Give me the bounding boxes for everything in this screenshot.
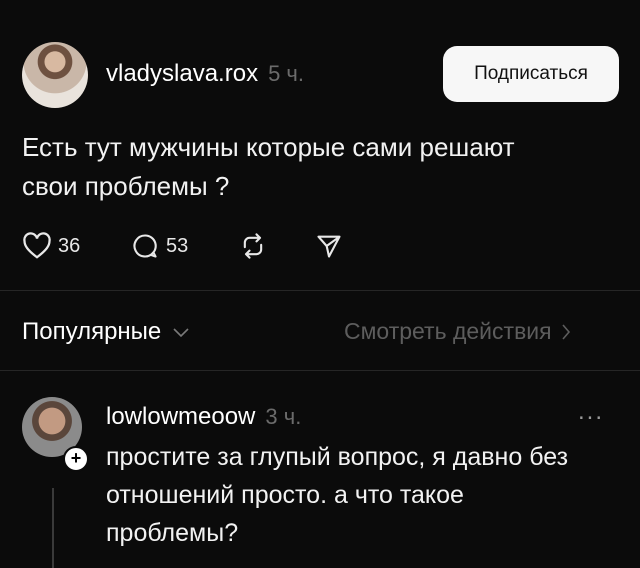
- repost-icon: [243, 233, 263, 259]
- comment-time: 3 ч.: [265, 404, 302, 429]
- chevron-right-icon: [561, 323, 570, 340]
- sort-label: Популярные: [22, 318, 162, 345]
- sort-dropdown[interactable]: Популярные: [22, 318, 191, 346]
- post-text-line-2: свои проблемы ?: [22, 171, 230, 201]
- share-icon: [317, 235, 341, 258]
- like-count: 36: [58, 234, 81, 257]
- thread-line: [52, 488, 54, 568]
- comment-count: 53: [166, 234, 189, 257]
- comment-text-line-3: проблемы?: [106, 519, 239, 547]
- see-activity-label: Смотреть действия: [344, 318, 552, 344]
- comment-username[interactable]: lowlowmeoow: [106, 403, 255, 431]
- share-button[interactable]: [314, 232, 344, 260]
- heart-icon: [23, 232, 51, 259]
- comment-icon: [133, 234, 157, 258]
- post-username[interactable]: vladyslava.rox: [106, 60, 258, 88]
- comment-text-line-2: отношений просто. а что такое: [106, 481, 464, 509]
- post-text-line-1: Есть тут мужчины которые сами решают: [22, 132, 515, 162]
- post-time: 5 ч.: [268, 61, 304, 86]
- comment-text-line-1: простите за глупый вопрос, я давно без: [106, 443, 569, 471]
- like-button[interactable]: 36: [22, 232, 80, 260]
- repost-button[interactable]: [238, 232, 268, 260]
- divider-top: [0, 290, 640, 291]
- comment-button[interactable]: 53: [130, 232, 188, 260]
- more-icon[interactable]: ...: [578, 398, 604, 426]
- post-header: vladyslava.rox 5 ч.: [106, 60, 304, 88]
- post-text: Есть тут мужчины которые сами решают сво…: [22, 128, 602, 206]
- comment-header: lowlowmeoow 3 ч.: [106, 403, 301, 431]
- plus-icon[interactable]: +: [63, 446, 89, 472]
- chevron-down-icon: [173, 328, 189, 338]
- post-author-avatar[interactable]: [22, 42, 88, 108]
- follow-button[interactable]: Подписаться: [443, 46, 619, 102]
- see-activity-link[interactable]: Смотреть действия: [344, 318, 572, 345]
- comment-text: простите за глупый вопрос, я давно без о…: [106, 438, 626, 552]
- divider-bottom: [0, 370, 640, 371]
